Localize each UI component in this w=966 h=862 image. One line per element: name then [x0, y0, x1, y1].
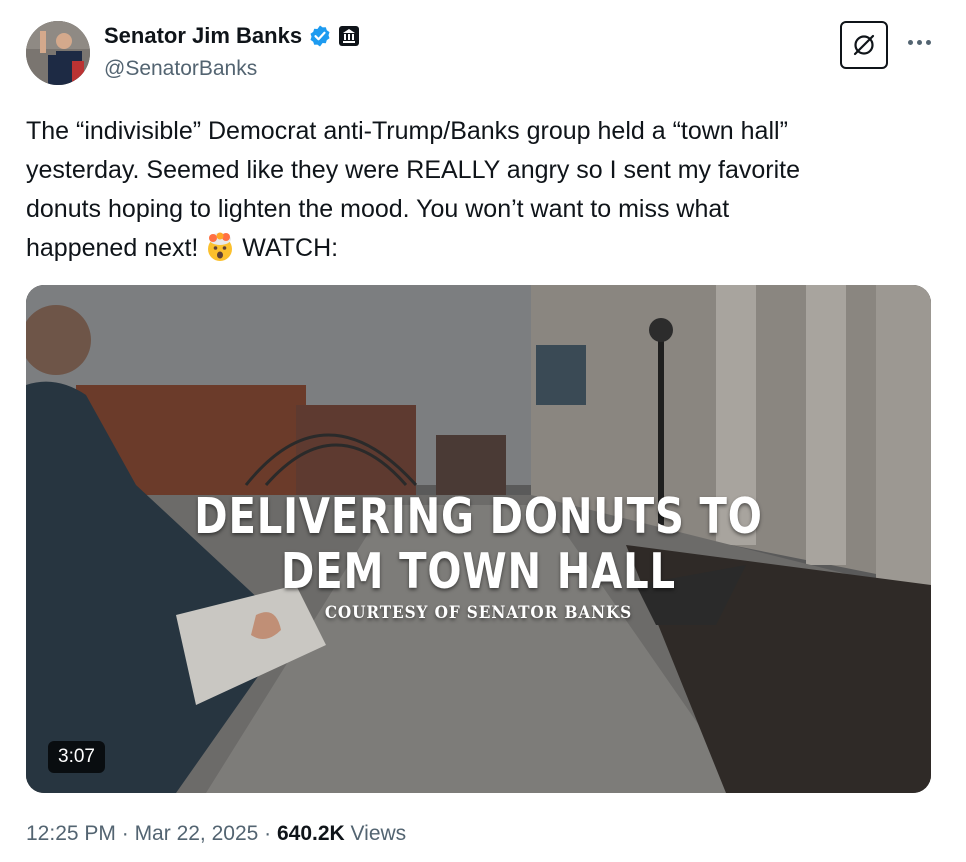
exploding-head-emoji-icon: [205, 232, 235, 262]
views-label: Views: [344, 822, 407, 845]
author-display-name[interactable]: Senator Jim Banks: [104, 22, 302, 50]
tweet-time[interactable]: 12:25 PM: [26, 822, 116, 845]
grok-button[interactable]: [840, 21, 888, 69]
views-count[interactable]: 640.2K: [277, 822, 345, 845]
video-duration-badge: 3:07: [48, 741, 105, 773]
video-overlay-title-line2: DEM TOWN HALL: [281, 543, 676, 600]
tweet-card: Senator Jim Banks @SenatorBanks The “ind…: [0, 0, 966, 862]
meta-separator: ·: [115, 822, 135, 845]
video-player[interactable]: DELIVERING DONUTS TO DEM TOWN HALL COURT…: [26, 285, 931, 793]
more-options-icon[interactable]: [904, 32, 934, 52]
avatar[interactable]: [26, 21, 90, 85]
tweet-body-text: The “indivisible” Democrat anti-Trump/Ba…: [26, 117, 800, 262]
video-overlay-credit: COURTESY OF SENATOR BANKS: [324, 603, 633, 623]
tweet-text: The “indivisible” Democrat anti-Trump/Ba…: [26, 112, 926, 268]
meta-separator: ·: [258, 822, 277, 845]
video-overlay-title-line1: DELIVERING DONUTS TO: [194, 488, 763, 545]
verified-badge-icon[interactable]: [308, 24, 332, 48]
author-handle[interactable]: @SenatorBanks: [104, 55, 257, 83]
tweet-body-tail: WATCH:: [235, 234, 339, 262]
author-name-row: Senator Jim Banks: [104, 22, 360, 50]
grok-icon: [853, 34, 875, 56]
tweet-date[interactable]: Mar 22, 2025: [135, 822, 259, 845]
government-building-icon[interactable]: [338, 25, 360, 47]
tweet-meta: 12:25 PM · Mar 22, 2025 · 640.2K Views: [26, 820, 406, 848]
